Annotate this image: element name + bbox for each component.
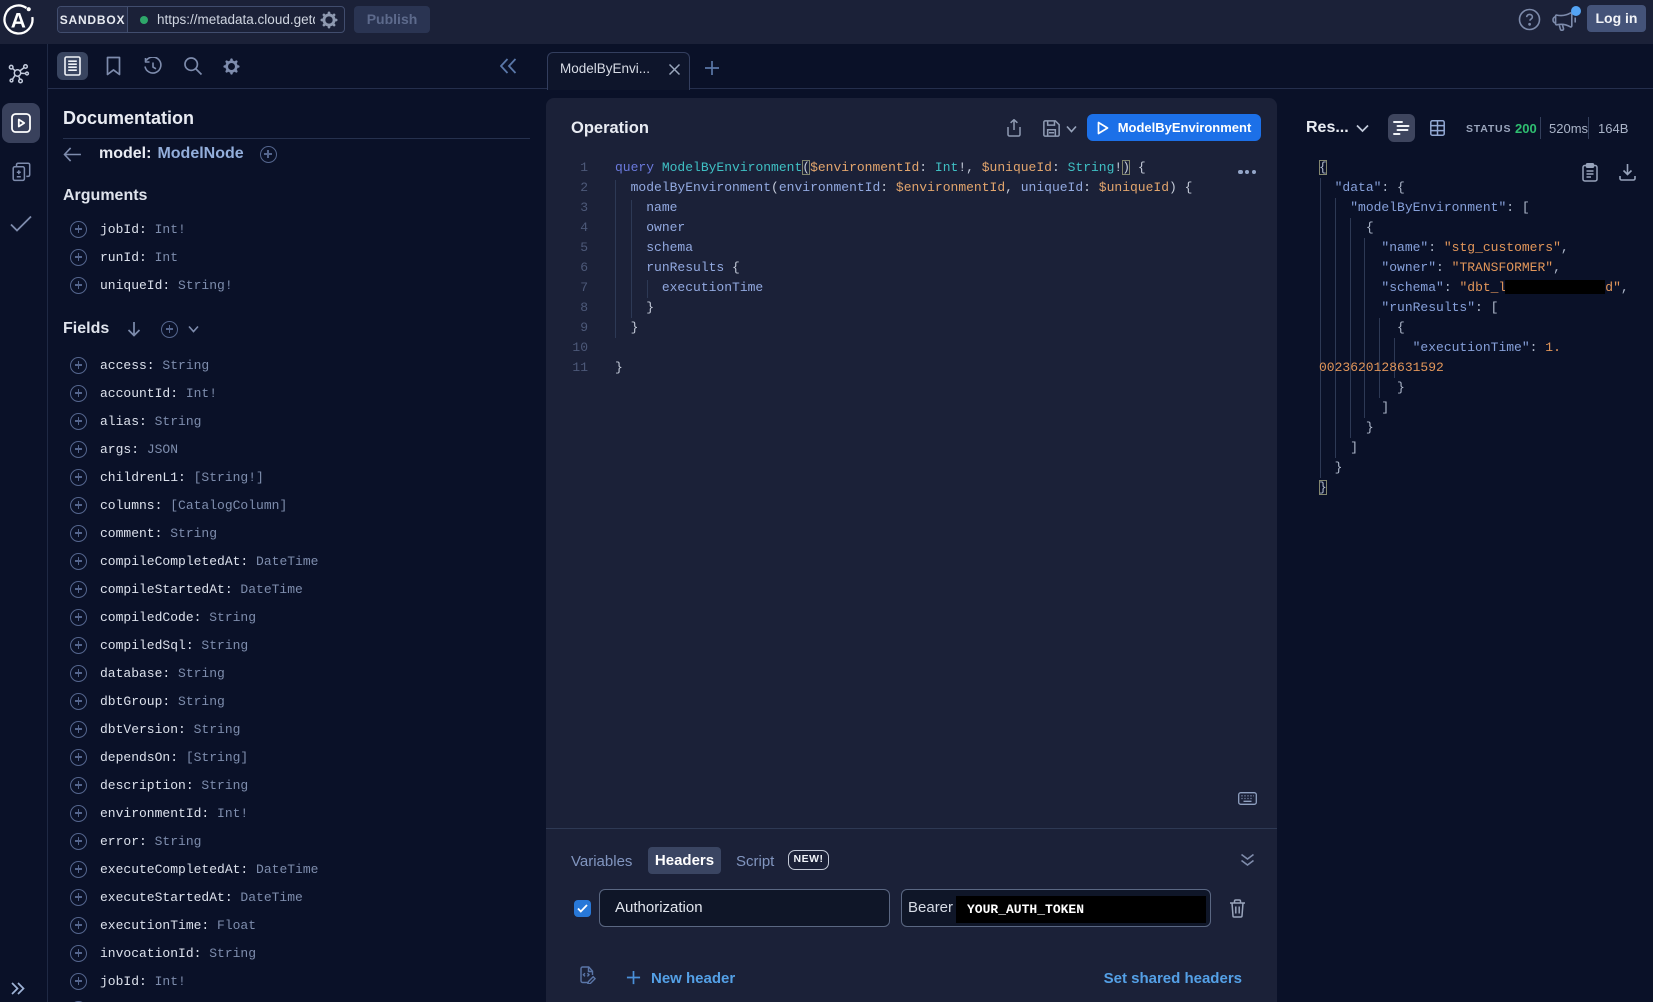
svg-text:A: A: [11, 10, 26, 33]
